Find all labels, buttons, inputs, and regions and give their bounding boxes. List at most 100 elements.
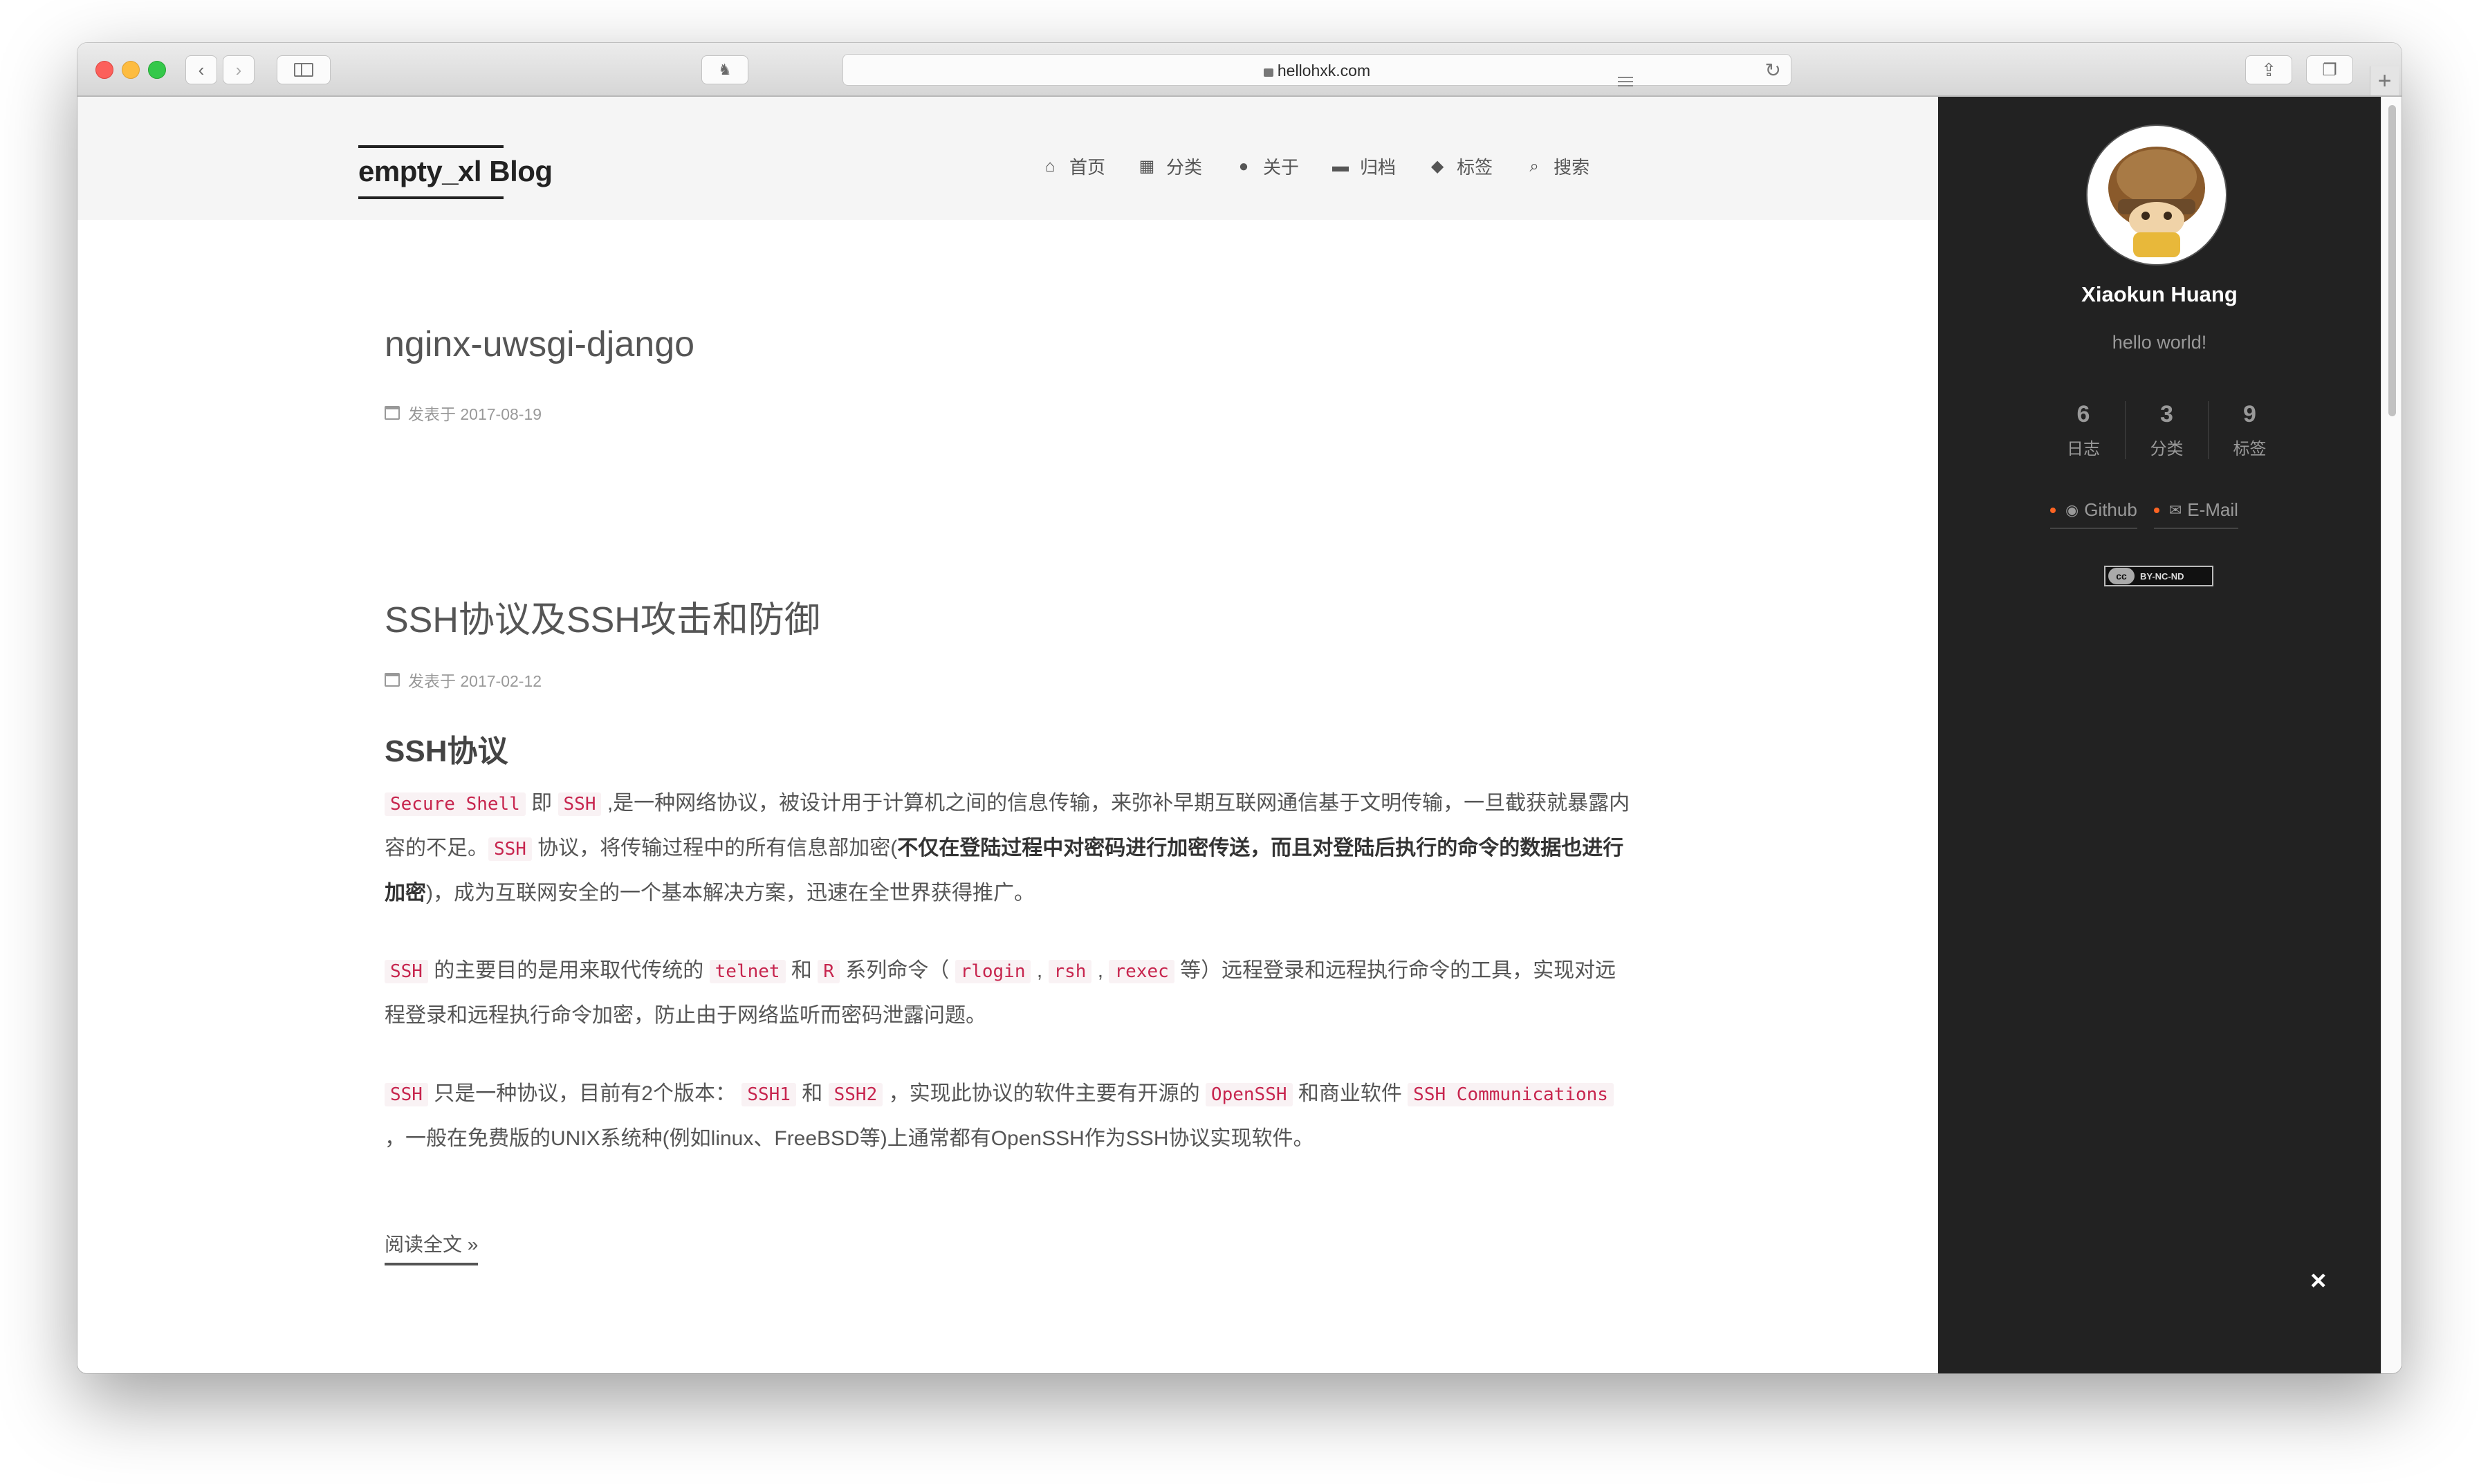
link-label: Github [2084, 499, 2137, 520]
stat-posts[interactable]: 6 日志 [2042, 401, 2125, 459]
nav-label: 分类 [1166, 157, 1203, 178]
calendar-icon [385, 673, 400, 687]
home-icon: ⌂ [1044, 156, 1056, 176]
inline-code: SSH [385, 960, 428, 983]
text: ，实现此协议的软件主要有开源的 [883, 1082, 1206, 1105]
site-brand[interactable]: empty_xl Blog [358, 145, 553, 199]
inline-code: rexec [1109, 960, 1174, 983]
read-more-link[interactable]: 阅读全文 » [385, 1230, 479, 1265]
link-label: E-Mail [2187, 499, 2238, 520]
post-title[interactable]: nginx-uwsgi-django [385, 324, 694, 365]
site-nav: ⌂ 首页 ▦ 分类 ● 关于 ▬ 归档 ◆ 标签 ⌕ 搜索 [1042, 154, 1623, 179]
stat-categories[interactable]: 3 分类 [2125, 401, 2208, 459]
inline-code: R [818, 960, 840, 983]
site-title[interactable]: empty_xl Blog [358, 148, 553, 196]
text: )，成为互联网安全的一个基本解决方案，迅速在全世界获得推广。 [426, 882, 1035, 905]
text: 和 [795, 1082, 829, 1105]
lock-icon [1263, 68, 1273, 77]
scrollbar[interactable] [2381, 97, 2402, 1373]
nav-label: 首页 [1069, 157, 1106, 178]
address-bar[interactable]: hellohxk.com ↻ [842, 54, 1791, 86]
avatar-image [2090, 129, 2223, 261]
text: 和 [785, 959, 818, 982]
grid-icon: ▦ [1139, 157, 1155, 176]
sidebar-toggle-button[interactable] [277, 55, 331, 84]
post-date: 发表于 2017-08-19 [408, 405, 542, 423]
nav-label: 归档 [1360, 157, 1397, 178]
stat-count: 9 [2243, 401, 2256, 427]
author-name: Xiaokun Huang [2081, 282, 2238, 306]
post-date: 发表于 2017-02-12 [408, 672, 542, 690]
text: 系列命令（ [839, 959, 955, 982]
post-paragraph: SSH 只是一种协议，目前有2个版本： SSH1 和 SSH2 ，实现此协议的软… [385, 1072, 1632, 1161]
minimize-window-button[interactable] [122, 61, 140, 79]
nav-label: 关于 [1263, 157, 1300, 178]
web-page: empty_xl Blog ⌂ 首页 ▦ 分类 ● 关于 ▬ 归档 ◆ 标签 ⌕… [77, 97, 2402, 1373]
url-text: hellohxk.com [1277, 62, 1371, 80]
github-link[interactable]: ◉ Github [2050, 499, 2137, 529]
stat-label: 分类 [2150, 440, 2184, 458]
inline-code: Secure Shell [385, 792, 526, 816]
archive-icon: ▬ [1332, 156, 1349, 176]
chevron-right-icon: › [235, 59, 242, 80]
text: 的主要目的是用来取代传统的 [427, 959, 710, 982]
section-heading: SSH协议 [385, 734, 508, 768]
mail-icon: ✉ [2168, 501, 2182, 519]
forward-button[interactable]: › [223, 55, 255, 84]
plus-icon: + [2377, 68, 2392, 94]
nav-about[interactable]: ● 关于 [1235, 154, 1299, 179]
close-window-button[interactable] [95, 61, 113, 79]
new-tab-button[interactable]: + [2370, 66, 2399, 95]
tags-icon: ◆ [1430, 157, 1444, 176]
inline-code: OpenSSH [1205, 1083, 1293, 1106]
bullet-dot [2153, 507, 2159, 513]
stat-tags[interactable]: 9 标签 [2208, 401, 2291, 459]
inline-code: SSH2 [828, 1083, 883, 1106]
github-icon: ◉ [2065, 501, 2079, 519]
nav-home[interactable]: ⌂ 首页 [1042, 154, 1105, 179]
nav-search[interactable]: ⌕ 搜索 [1526, 154, 1589, 179]
close-sidebar-button[interactable]: × [2310, 1265, 2326, 1297]
evernote-extension-button[interactable]: ♞ [701, 55, 748, 84]
chevron-left-icon: ‹ [198, 59, 205, 80]
calendar-icon [385, 406, 400, 420]
share-button[interactable]: ⇪ [2245, 55, 2292, 84]
tabs-overview-button[interactable]: ❐ [2306, 55, 2353, 84]
text: 协议，将传输过程中的所有信息部加密( [531, 837, 898, 860]
nav-archives[interactable]: ▬ 归档 [1332, 154, 1396, 179]
inline-code: rsh [1048, 960, 1092, 983]
inline-code: SSH [557, 792, 602, 816]
tabs-icon: ❐ [2322, 60, 2337, 80]
avatar [2088, 126, 2226, 264]
reload-icon[interactable]: ↻ [1765, 59, 1781, 82]
zoom-window-button[interactable] [148, 61, 166, 79]
license-badge[interactable]: cc BY-NC-ND [2104, 566, 2213, 586]
text: 即 [525, 792, 558, 815]
text: , [1031, 959, 1049, 982]
back-button[interactable]: ‹ [185, 55, 217, 84]
stat-count: 6 [2076, 401, 2090, 427]
bullet-dot [2050, 507, 2056, 513]
site-header: empty_xl Blog ⌂ 首页 ▦ 分类 ● 关于 ▬ 归档 ◆ 标签 ⌕… [77, 97, 1938, 220]
text: ，一般在免费版的UNIX系统种(例如linux、FreeBSD等)上通常都有Op… [385, 1127, 1314, 1150]
nav-label: 标签 [1457, 157, 1493, 178]
scrollbar-thumb[interactable] [2388, 105, 2396, 416]
text: 只是一种协议，目前有2个版本： [427, 1082, 742, 1105]
sidebar: Xiaokun Huang hello world! 6 日志 3 分类 9 标… [1938, 97, 2381, 1373]
post-paragraph: Secure Shell 即 SSH ,是一种网络协议，被设计用于计算机之间的信… [385, 781, 1632, 916]
post-title[interactable]: SSH协议及SSH攻击和防御 [385, 591, 820, 642]
nav-categories[interactable]: ▦ 分类 [1139, 154, 1202, 179]
post-meta: 发表于 2017-08-19 [385, 401, 542, 425]
inline-code: rlogin [955, 960, 1031, 983]
site-stats: 6 日志 3 分类 9 标签 [2042, 401, 2291, 459]
post-paragraph: SSH 的主要目的是用来取代传统的 telnet 和 R 系列命令（ rlogi… [385, 949, 1632, 1038]
browser-window: ‹ › ♞ hellohxk.com ↻ ⇪ ❐ + empty_xl Blog… [77, 43, 2402, 1373]
sidebar-icon [294, 63, 313, 77]
stat-label: 标签 [2233, 440, 2267, 458]
email-link[interactable]: ✉ E-Mail [2153, 499, 2238, 529]
social-links: ◉ Github ✉ E-Mail [2050, 499, 2255, 529]
nav-tags[interactable]: ◆ 标签 [1429, 154, 1493, 179]
inline-code: telnet [709, 960, 786, 983]
text: 和商业软件 [1292, 1082, 1408, 1105]
license-text: BY-NC-ND [2140, 571, 2184, 582]
